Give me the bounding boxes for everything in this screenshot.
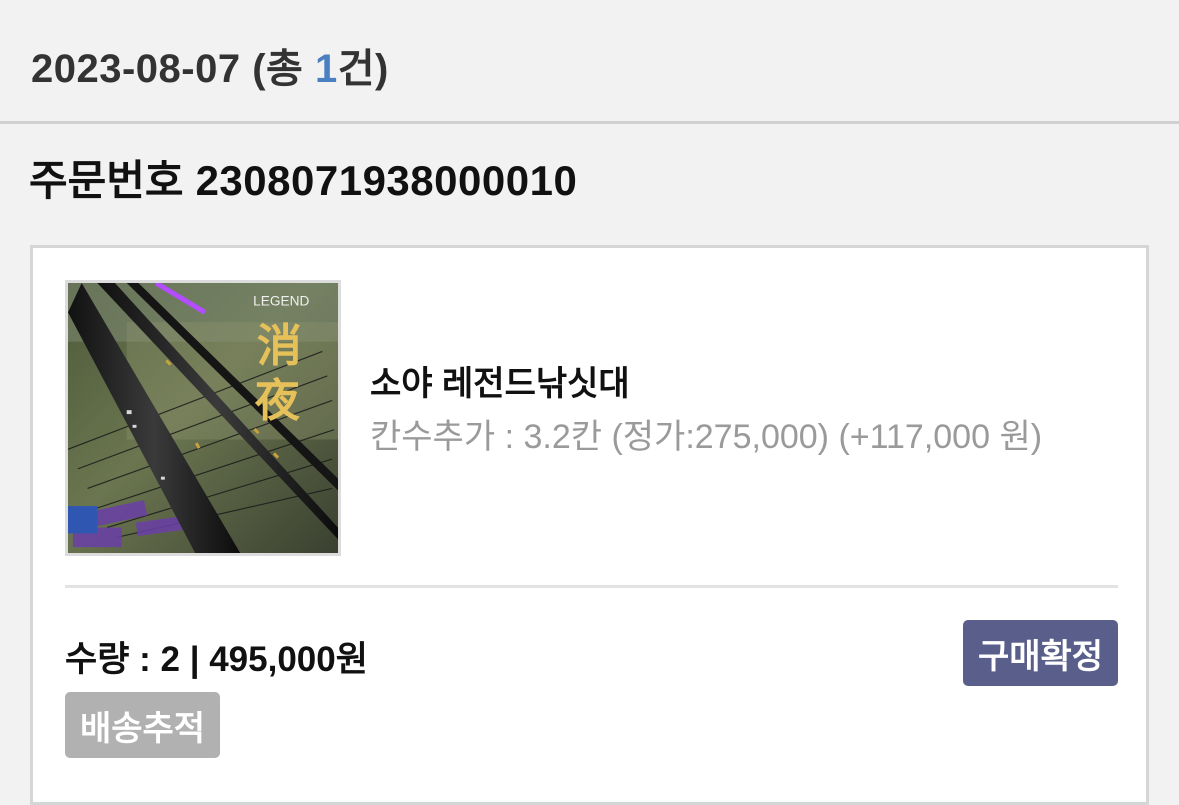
delivery-tracking-button[interactable]: 배송추적: [65, 692, 220, 758]
product-option: 칸수추가 : 3.2칸 (정가:275,000) (+117,000 원): [370, 418, 1043, 456]
order-count-prefix: (총: [252, 47, 315, 91]
order-item-card: LEGEND 消 夜 소야 레전드낚싯대 칸수추가 : 3.2칸 (정가:275…: [30, 245, 1149, 805]
image-brand-text: LEGEND: [253, 294, 309, 309]
purchase-confirm-button[interactable]: 구매확정: [963, 620, 1118, 686]
date-group-header: 2023-08-07 (총 1건): [0, 0, 1179, 124]
product-name[interactable]: 소야 레전드낚싯대: [370, 356, 630, 405]
quantity-price: 수량 : 2 | 495,000원: [65, 640, 368, 679]
order-count-suffix: 건): [337, 47, 389, 91]
order-count: 1: [314, 47, 338, 91]
order-date-title: 2023-08-07 (총 1건): [31, 36, 389, 94]
product-image: LEGEND 消 夜: [68, 283, 338, 553]
image-calligraphy-1: 消: [257, 319, 302, 372]
image-calligraphy-2: 夜: [254, 374, 301, 427]
order-number-line: 주문번호 2308071938000010: [29, 147, 577, 208]
card-divider: [65, 585, 1118, 588]
order-date: 2023-08-07: [31, 47, 241, 91]
product-thumbnail[interactable]: LEGEND 消 夜: [65, 280, 341, 556]
order-number-label: 주문번호: [29, 157, 184, 204]
order-number: 2308071938000010: [195, 157, 578, 204]
